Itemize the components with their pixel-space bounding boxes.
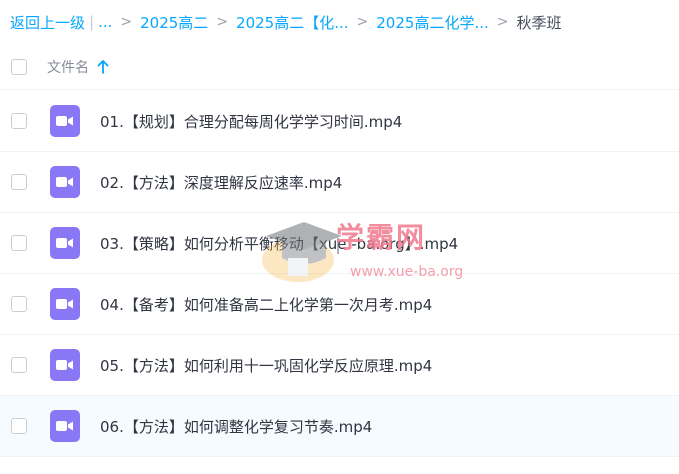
breadcrumb-item-2[interactable]: 2025高二【化... bbox=[236, 12, 348, 33]
row-checkbox[interactable] bbox=[11, 418, 27, 434]
file-name[interactable]: 05.【方法】如何利用十一巩固化学反应原理.mp4 bbox=[100, 355, 432, 376]
select-all-checkbox[interactable] bbox=[11, 58, 27, 75]
row-checkbox[interactable] bbox=[11, 113, 27, 129]
file-name[interactable]: 04.【备考】如何准备高二上化学第一次月考.mp4 bbox=[100, 294, 432, 315]
row-checkbox[interactable] bbox=[11, 174, 27, 190]
file-row[interactable]: 05.【方法】如何利用十一巩固化学反应原理.mp4 bbox=[0, 335, 679, 396]
chevron-right-icon: > bbox=[356, 14, 369, 30]
sort-by-name-button[interactable]: 文件名 bbox=[47, 57, 109, 77]
video-file-icon bbox=[50, 166, 80, 198]
file-list: 01.【规划】合理分配每周化学学习时间.mp4 02.【方法】深度理解反应速率.… bbox=[0, 91, 679, 457]
file-name[interactable]: 03.【策略】如何分析平衡移动【xue -ba.org】.mp4 bbox=[100, 233, 458, 254]
chevron-right-icon: > bbox=[120, 14, 133, 30]
video-file-icon bbox=[50, 227, 80, 259]
file-list-header: 文件名 bbox=[0, 44, 679, 90]
chevron-right-icon: > bbox=[216, 14, 229, 30]
video-file-icon bbox=[50, 105, 80, 137]
file-row[interactable]: 04.【备考】如何准备高二上化学第一次月考.mp4 bbox=[0, 274, 679, 335]
breadcrumb-item-3[interactable]: 2025高二化学... bbox=[376, 12, 488, 33]
row-checkbox[interactable] bbox=[11, 357, 27, 373]
file-row[interactable]: 06.【方法】如何调整化学复习节奏.mp4 bbox=[0, 396, 679, 457]
row-checkbox[interactable] bbox=[11, 296, 27, 312]
file-row[interactable]: 02.【方法】深度理解反应速率.mp4 bbox=[0, 152, 679, 213]
video-file-icon bbox=[50, 288, 80, 320]
video-file-icon bbox=[50, 410, 80, 442]
video-file-icon bbox=[50, 349, 80, 381]
breadcrumb-divider: | bbox=[89, 13, 95, 31]
breadcrumb: 返回上一级 | ... > 2025高二 > 2025高二【化... > 202… bbox=[0, 0, 679, 44]
breadcrumb-ellipsis[interactable]: ... bbox=[98, 13, 112, 31]
breadcrumb-current: 秋季班 bbox=[516, 13, 562, 32]
file-name[interactable]: 06.【方法】如何调整化学复习节奏.mp4 bbox=[100, 416, 372, 437]
back-link[interactable]: 返回上一级 bbox=[10, 12, 85, 33]
arrow-up-icon bbox=[97, 59, 109, 74]
file-row[interactable]: 03.【策略】如何分析平衡移动【xue -ba.org】.mp4 bbox=[0, 213, 679, 274]
file-name[interactable]: 02.【方法】深度理解反应速率.mp4 bbox=[100, 172, 342, 193]
row-checkbox[interactable] bbox=[11, 235, 27, 251]
column-name-label: 文件名 bbox=[47, 59, 89, 76]
file-name[interactable]: 01.【规划】合理分配每周化学学习时间.mp4 bbox=[100, 111, 402, 132]
file-row[interactable]: 01.【规划】合理分配每周化学学习时间.mp4 bbox=[0, 91, 679, 152]
chevron-right-icon: > bbox=[496, 14, 509, 30]
breadcrumb-item-1[interactable]: 2025高二 bbox=[140, 12, 208, 33]
